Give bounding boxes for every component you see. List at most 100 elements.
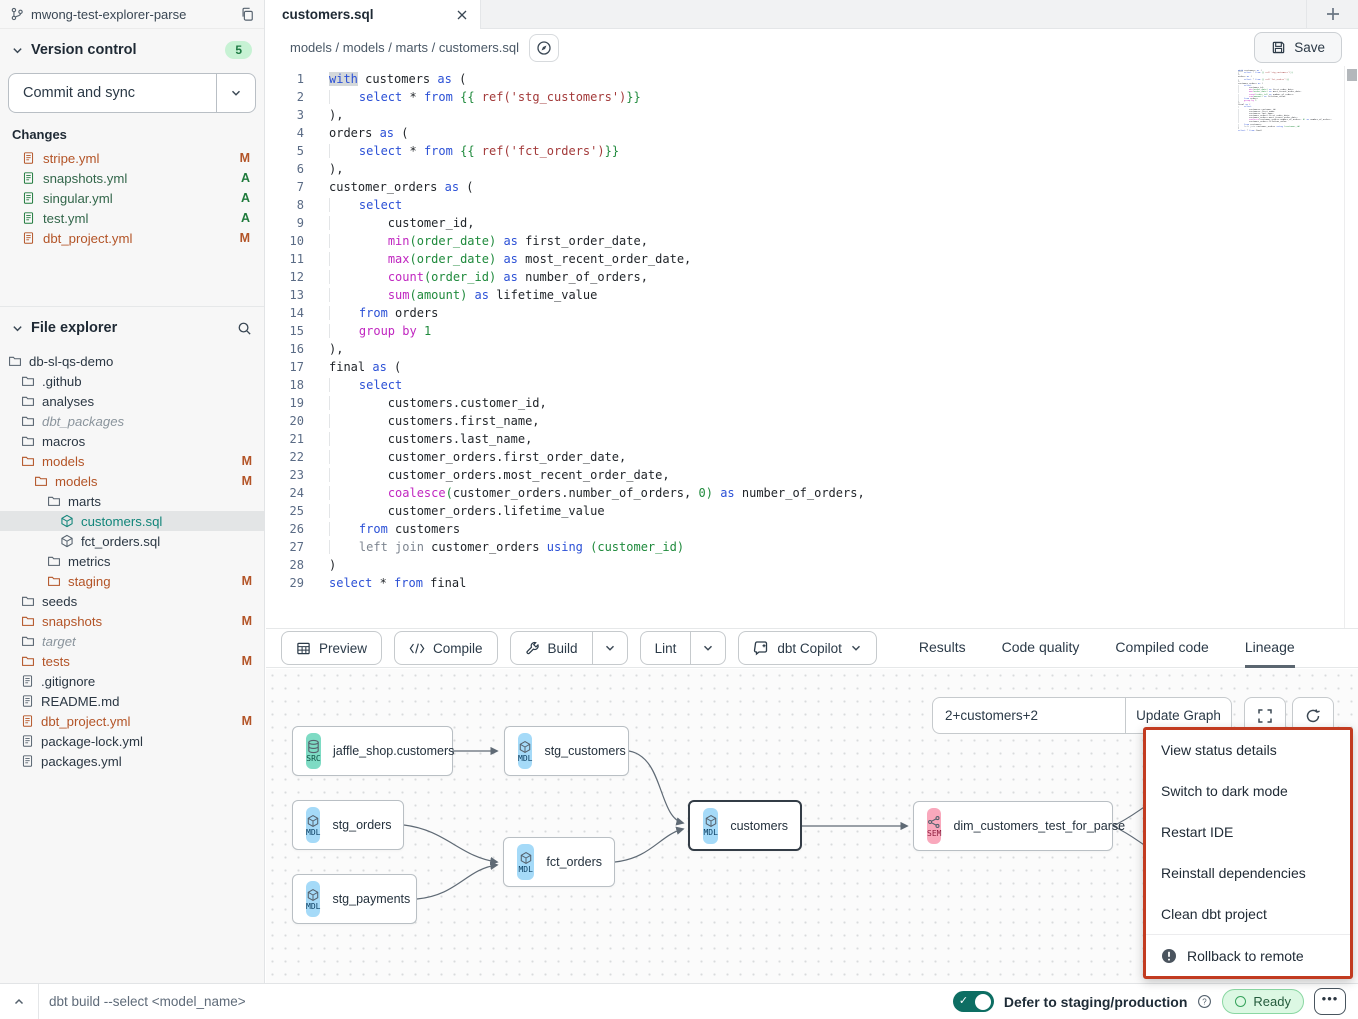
changed-file-row[interactable]: snapshots.ymlA	[0, 168, 264, 188]
ellipsis-menu-button[interactable]: •••	[1314, 988, 1346, 1015]
code-line: max(order_date) as most_recent_order_dat…	[1238, 91, 1304, 93]
folder-icon	[21, 614, 35, 628]
minimap: with customers as ( select * from {{ ref…	[1238, 70, 1304, 132]
command-input[interactable]: dbt build --select <model_name>	[49, 994, 246, 1009]
commit-options-caret[interactable]	[216, 73, 256, 113]
line-number: 1	[266, 70, 312, 88]
tab-code-quality[interactable]: Code quality	[1002, 628, 1080, 668]
sidebar: mwong-test-explorer-parse Version contro…	[0, 0, 265, 983]
file-explorer-title: File explorer	[31, 320, 229, 336]
tree-item-dbt-project-yml[interactable]: dbt_project.ymlM	[0, 711, 264, 731]
scrollbar-thumb[interactable]	[1347, 69, 1357, 81]
menu-item-clean-dbt-project[interactable]: Clean dbt project	[1146, 893, 1350, 934]
tree-item-tests[interactable]: testsM	[0, 651, 264, 671]
tree-item-readme-md[interactable]: README.md	[0, 691, 264, 711]
tree-item-package-lock-yml[interactable]: package-lock.yml	[0, 731, 264, 751]
compile-button[interactable]: Compile	[394, 631, 498, 665]
version-control-header[interactable]: Version control 5	[0, 33, 264, 67]
tree-item-db-sl-qs-demo[interactable]: db-sl-qs-demo	[0, 351, 264, 371]
code-line: customer_orders as (	[329, 178, 1228, 196]
tab-results[interactable]: Results	[919, 628, 966, 668]
build-options-caret[interactable]	[592, 631, 628, 665]
build-button[interactable]: Build	[510, 631, 592, 665]
node-type-badge: SRC	[306, 733, 321, 769]
line-number: 23	[266, 466, 312, 484]
status-badge[interactable]: Ready	[1222, 989, 1304, 1014]
lint-button[interactable]: Lint	[640, 631, 691, 665]
dbt-copilot-button[interactable]: dbt Copilot	[738, 631, 877, 665]
node-type-badge: MDL	[518, 733, 532, 769]
tree-item--github[interactable]: .github	[0, 371, 264, 391]
code-line: max(order_date) as most_recent_order_dat…	[329, 250, 1228, 268]
node-type-label: SEM	[927, 829, 941, 838]
line-number: 25	[266, 502, 312, 520]
defer-label: Defer to staging/production	[1004, 994, 1188, 1010]
navigate-icon[interactable]	[529, 34, 559, 62]
line-number: 2	[266, 88, 312, 106]
code-line: customers.first_name,	[1238, 111, 1304, 113]
wrench-icon	[525, 641, 540, 656]
tree-item-snapshots[interactable]: snapshotsM	[0, 611, 264, 631]
tree-item-macros[interactable]: macros	[0, 431, 264, 451]
code-line: with customers as (	[329, 70, 1228, 88]
new-tab-button[interactable]	[1306, 0, 1358, 28]
lineage-node-dim-customers-test-for-parse[interactable]: SEMdim_customers_test_for_parse	[913, 801, 1113, 851]
lineage-filter-input[interactable]	[932, 697, 1125, 734]
change-status-badge: M	[242, 654, 252, 668]
tree-item-fct-orders-sql[interactable]: fct_orders.sql	[0, 531, 264, 551]
file-explorer-header[interactable]: File explorer	[0, 311, 264, 345]
tree-item--gitignore[interactable]: .gitignore	[0, 671, 264, 691]
menu-item-rollback-to-remote[interactable]: Rollback to remote	[1146, 935, 1350, 976]
menu-item-view-status-details[interactable]: View status details	[1146, 730, 1350, 771]
tree-item-target[interactable]: target	[0, 631, 264, 651]
menu-item-switch-to-dark-mode[interactable]: Switch to dark mode	[1146, 771, 1350, 812]
node-type-label: MDL	[703, 828, 717, 837]
folder-icon	[47, 494, 61, 508]
changed-file-row[interactable]: test.ymlA	[0, 208, 264, 228]
help-icon[interactable]: ?	[1197, 994, 1212, 1009]
tree-item-models[interactable]: modelsM	[0, 451, 264, 471]
folder-icon	[21, 434, 35, 448]
node-type-label: MDL	[306, 828, 320, 837]
cube-icon	[306, 888, 320, 902]
changed-file-row[interactable]: dbt_project.ymlM	[0, 228, 264, 248]
tree-item-analyses[interactable]: analyses	[0, 391, 264, 411]
lineage-node-customers[interactable]: MDLcustomers	[688, 800, 802, 851]
close-icon[interactable]	[456, 9, 468, 21]
changed-file-row[interactable]: singular.ymlA	[0, 188, 264, 208]
lineage-node-fct-orders[interactable]: MDLfct_orders	[503, 837, 615, 887]
tree-item-metrics[interactable]: metrics	[0, 551, 264, 571]
menu-item-reinstall-dependencies[interactable]: Reinstall dependencies	[1146, 852, 1350, 893]
search-icon[interactable]	[237, 321, 252, 336]
chevron-up-icon[interactable]	[8, 991, 30, 1013]
menu-item-restart-ide[interactable]: Restart IDE	[1146, 812, 1350, 853]
lineage-node-stg-payments[interactable]: MDLstg_payments	[292, 874, 417, 924]
preview-button[interactable]: Preview	[281, 631, 382, 665]
lineage-node-jaffle-shop-customers[interactable]: SRCjaffle_shop.customers	[292, 726, 453, 776]
tree-item-marts[interactable]: marts	[0, 491, 264, 511]
lineage-node-stg-customers[interactable]: MDLstg_customers	[504, 726, 629, 776]
code-editor[interactable]: 1234567891011121314151617181920212223242…	[266, 66, 1358, 628]
tree-item-packages-yml[interactable]: packages.yml	[0, 751, 264, 771]
tree-item-customers-sql[interactable]: customers.sql	[0, 511, 264, 531]
copy-icon[interactable]	[240, 7, 254, 21]
save-button[interactable]: Save	[1254, 32, 1342, 63]
tab-compiled-code[interactable]: Compiled code	[1115, 628, 1208, 668]
commit-and-sync-button[interactable]: Commit and sync	[8, 73, 216, 113]
changed-file-row[interactable]: stripe.ymlM	[0, 148, 264, 168]
lint-split-button: Lint	[640, 631, 727, 665]
tree-item-models[interactable]: modelsM	[0, 471, 264, 491]
lint-options-caret[interactable]	[690, 631, 726, 665]
tree-item-dbt-packages[interactable]: dbt_packages	[0, 411, 264, 431]
tree-item-seeds[interactable]: seeds	[0, 591, 264, 611]
lineage-node-stg-orders[interactable]: MDLstg_orders	[292, 800, 404, 850]
code-line: customer_orders.lifetime_value	[1238, 121, 1304, 123]
editor-scrollbar[interactable]	[1344, 66, 1358, 628]
tab-customers-sql[interactable]: customers.sql	[266, 0, 481, 29]
tab-lineage[interactable]: Lineage	[1245, 628, 1295, 668]
svg-text:?: ?	[1203, 997, 1208, 1006]
tree-item-staging[interactable]: stagingM	[0, 571, 264, 591]
defer-toggle[interactable]: ✓	[953, 991, 994, 1012]
code-line: sum(amount) as lifetime_value	[329, 286, 1228, 304]
code-line: customers.first_name,	[329, 412, 1228, 430]
